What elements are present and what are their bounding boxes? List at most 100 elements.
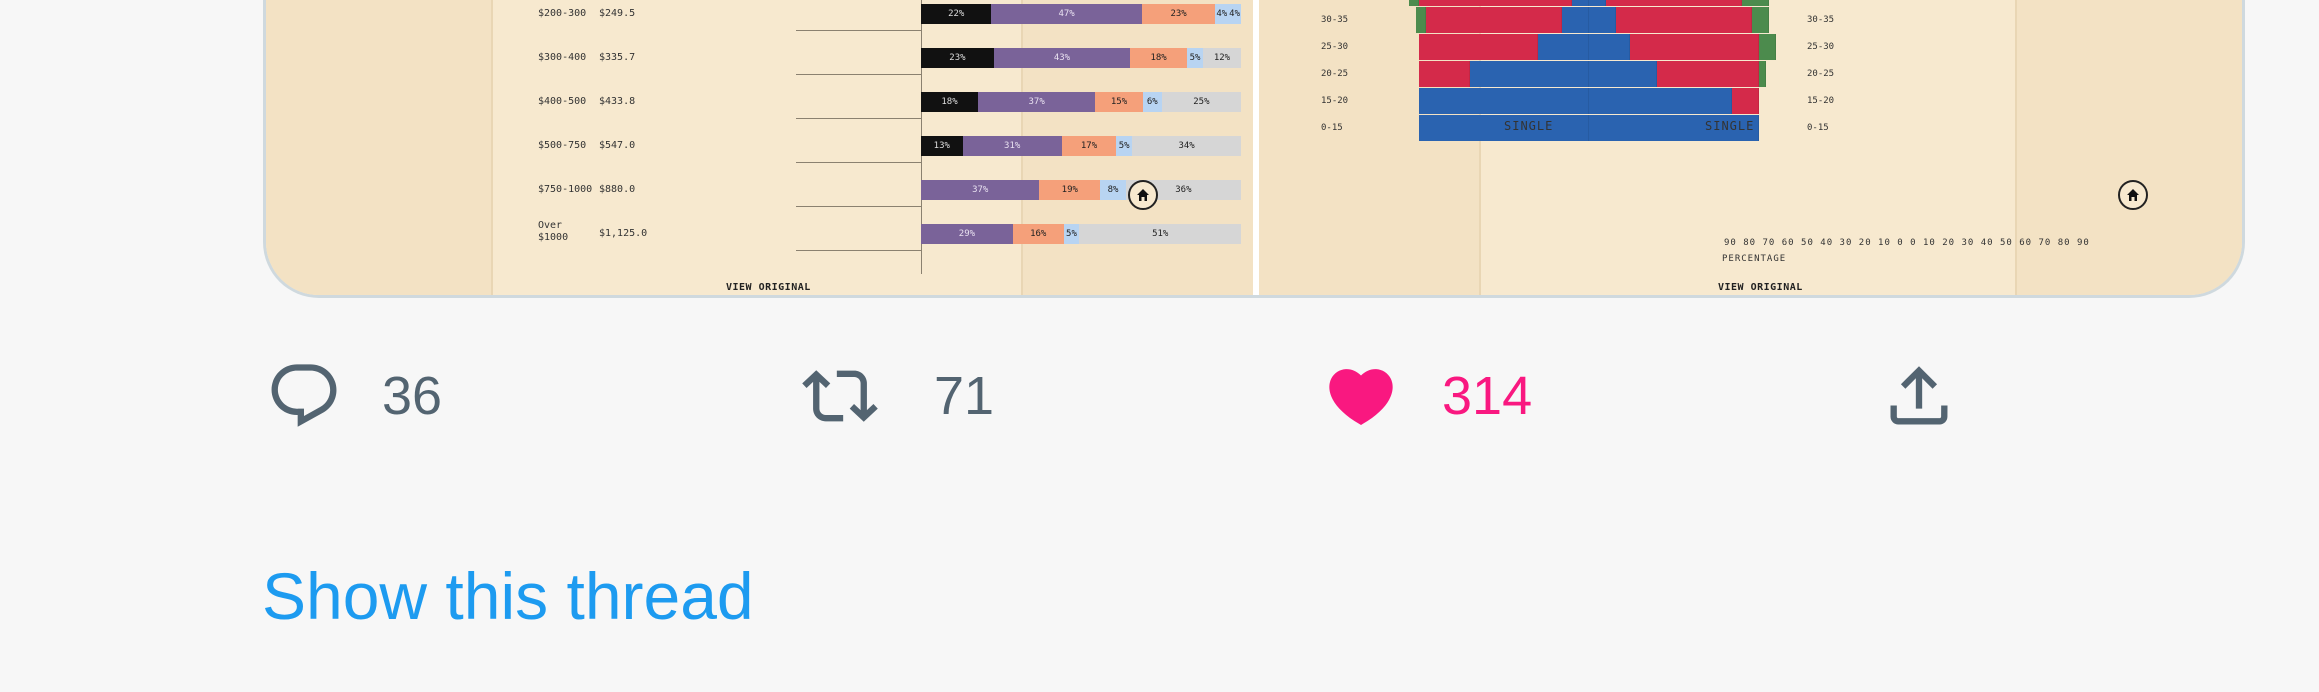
bar-segment: 34%	[1132, 136, 1241, 156]
heart-icon	[1329, 369, 1393, 426]
pyramid-segment	[1415, 7, 1426, 33]
retweet-count: 71	[934, 366, 995, 426]
age-group-label: 30-35	[1321, 15, 1349, 25]
age-group-label: 30-35	[1807, 15, 1835, 25]
bar-segment: 47%	[991, 4, 1142, 24]
pyramid-segment	[1606, 0, 1742, 6]
bar-segment: 4%	[1228, 4, 1241, 24]
home-button[interactable]	[1128, 180, 1158, 210]
share-action[interactable]	[1880, 358, 1958, 434]
home-button[interactable]	[2118, 180, 2148, 210]
bar-segment: 4%	[1215, 4, 1229, 24]
pyramid-segment	[1752, 7, 1770, 33]
bar-segment: 6%	[1142, 92, 1162, 112]
income-range-label: $400-500	[538, 96, 587, 107]
pyramid-segment	[1419, 34, 1538, 60]
pyramid-segment	[1572, 0, 1589, 6]
bar-segment: 5%	[1063, 224, 1080, 244]
pyramid-segment	[1589, 0, 1606, 6]
bar-segment: 5%	[1187, 48, 1203, 68]
income-range-label: $500-750	[538, 140, 587, 151]
age-group-label: 0-15	[1321, 123, 1343, 133]
bar-segment: 12%	[1202, 48, 1241, 68]
pyramid-segment	[1470, 61, 1589, 87]
pyramid-axis-title: PERCENTAGE	[1722, 254, 1787, 264]
view-original-link[interactable]: VIEW ORIGINAL	[726, 282, 811, 293]
bar-segment: 19%	[1039, 180, 1101, 200]
age-group-label: 20-25	[1321, 69, 1349, 79]
row-separator	[796, 250, 921, 251]
pyramid-segment	[1759, 34, 1776, 60]
income-value-label: $335.7	[599, 52, 636, 63]
income-range-label: $200-300	[538, 8, 587, 19]
income-value-label: $1,125.0	[599, 228, 648, 239]
bar-segment: 16%	[1012, 224, 1064, 244]
pyramid-segment	[1629, 34, 1759, 60]
share-icon	[1890, 366, 1948, 425]
show-thread-link[interactable]: Show this thread	[262, 558, 754, 634]
bar-segment: 15%	[1095, 92, 1143, 112]
age-group-label: 15-20	[1321, 96, 1349, 106]
bar-segment: 22%	[921, 4, 992, 24]
page-margin	[266, 0, 491, 295]
pyramid-segment	[1616, 7, 1753, 33]
page-margin	[2017, 0, 2242, 295]
pyramid-segment	[1731, 88, 1759, 114]
reply-action[interactable]: 36	[266, 358, 442, 434]
tweet-media-card: $200-300 $249.5 22% 47% 23% 4% 4% $300-400 $335.…	[263, 0, 2245, 298]
like-action[interactable]: 314	[1322, 358, 1532, 434]
bar-segment: 17%	[1061, 136, 1117, 156]
pyramid-segment	[1657, 61, 1759, 87]
pyramid-axis-ticks: 90 80 70 60 50 40 30 20 10 0 0 10 20 30 …	[1724, 238, 2090, 248]
bar-segment: 31%	[962, 136, 1062, 156]
bar-segment: 25%	[1161, 92, 1241, 112]
income-value-label: $249.5	[599, 8, 636, 19]
pyramid-segment	[1589, 88, 1732, 114]
pyramid-segment	[1742, 0, 1770, 6]
pyramid-segment	[1589, 7, 1617, 33]
pyramid-segment	[1419, 61, 1470, 87]
page-edge	[491, 0, 493, 295]
view-original-link[interactable]: VIEW ORIGINAL	[1718, 282, 1803, 293]
pyramid-segment	[1419, 88, 1589, 114]
row-separator	[796, 118, 921, 119]
reply-icon	[271, 364, 337, 427]
bar-segment: 23%	[1141, 4, 1216, 24]
bar-segment: 37%	[921, 180, 1040, 200]
bar-segment: 18%	[1130, 48, 1188, 68]
bar-segment: 29%	[921, 224, 1013, 244]
home-icon	[2127, 189, 2139, 201]
age-group-label: 25-30	[1807, 42, 1835, 52]
income-value-label: $880.0	[599, 184, 636, 195]
pyramid-segment	[1589, 34, 1630, 60]
media-image-left[interactable]: $200-300 $249.5 22% 47% 23% 4% 4% $300-400 $335.…	[266, 0, 1253, 295]
age-group-label: 25-30	[1321, 42, 1349, 52]
pyramid-segment	[1419, 0, 1572, 6]
media-image-right[interactable]: 35-4535-4530-3530-3525-3025-3020-2520-25…	[1259, 0, 2242, 295]
income-range-label: $300-400	[538, 52, 587, 63]
income-value-label: $433.8	[599, 96, 636, 107]
pyramid-segment	[1561, 7, 1589, 33]
bar-segment: 43%	[993, 48, 1131, 68]
pyramid-segment	[1425, 7, 1562, 33]
bar-segment: 37%	[978, 92, 1096, 112]
income-value-label: $547.0	[599, 140, 636, 151]
bar-segment: 5%	[1116, 136, 1133, 156]
pyramid-segment	[1408, 0, 1419, 6]
bar-segment: 23%	[921, 48, 994, 68]
income-range-label: Over $1000	[538, 220, 569, 243]
pyramid-region-label: SINGLE	[1705, 119, 1755, 133]
age-group-label: 20-25	[1807, 69, 1835, 79]
row-separator	[796, 30, 921, 31]
pyramid-segment	[1538, 34, 1589, 60]
reply-count: 36	[382, 366, 443, 426]
age-group-label: 15-20	[1807, 96, 1835, 106]
home-icon	[1137, 189, 1149, 201]
bar-segment: 13%	[921, 136, 963, 156]
bar-segment: 51%	[1079, 224, 1241, 244]
row-separator	[796, 74, 921, 75]
row-separator	[796, 162, 921, 163]
row-separator	[796, 206, 921, 207]
retweet-action[interactable]: 71	[796, 358, 994, 434]
pyramid-segment	[1589, 61, 1657, 87]
